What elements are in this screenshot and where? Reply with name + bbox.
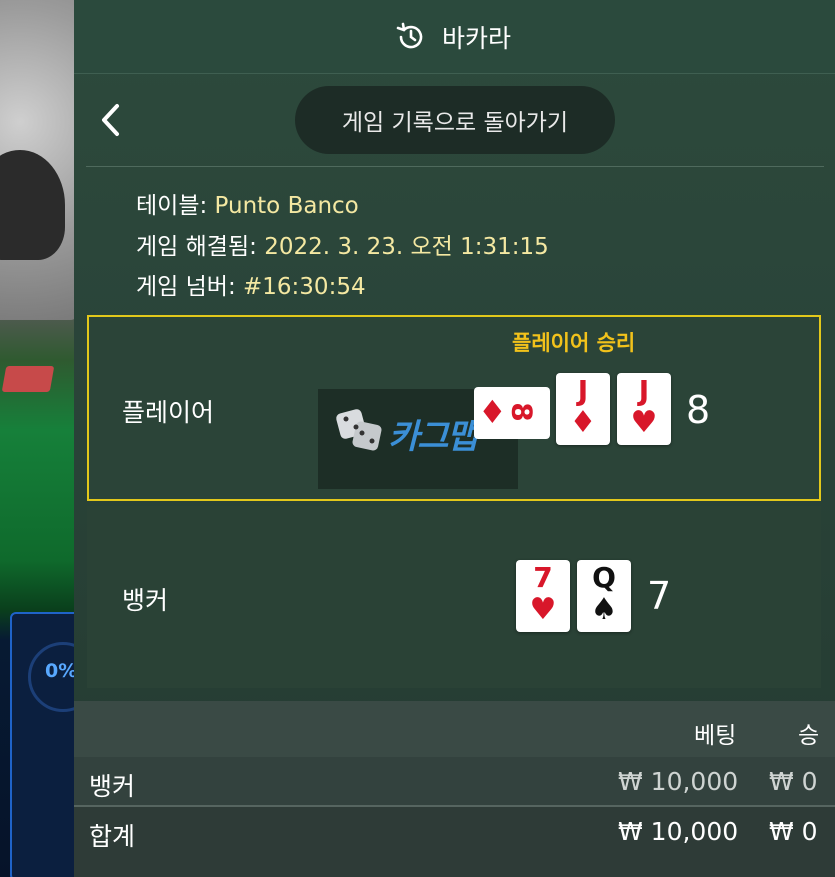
- info-table: 테이블: Punto Banco: [136, 186, 359, 220]
- info-resolved: 게임 해결됨: 2022. 3. 23. 오전 1:31:15: [136, 227, 549, 261]
- player-win-label: 플레이어 승리: [512, 331, 636, 355]
- card-suit: ♥: [630, 405, 658, 440]
- total-win-amount: ₩ 0: [769, 817, 818, 846]
- row-win-amount: ₩ 0: [769, 767, 818, 796]
- back-to-history-button[interactable]: 게임 기록으로 돌아가기: [295, 86, 615, 154]
- dice-icon: [336, 409, 382, 451]
- table-row-total: 합계 ₩ 10,000 ₩ 0: [74, 807, 835, 877]
- card-suit: ♦: [478, 393, 507, 431]
- card-rank: 7: [533, 561, 553, 594]
- card-rank: J: [577, 374, 589, 407]
- banker-score: 7: [647, 574, 672, 618]
- info-resolved-value: 2022. 3. 23. 오전 1:31:15: [264, 234, 549, 260]
- player-card-3: J ♥: [617, 373, 671, 445]
- watermark-text: 카그맵: [388, 417, 478, 457]
- banker-hand-box: [87, 506, 821, 688]
- card-rank: Q: [592, 561, 616, 594]
- card-suit: ♥: [529, 592, 557, 627]
- card-rank: J: [638, 374, 650, 407]
- bet-column-header: 베팅: [694, 723, 737, 749]
- card-rank: 8: [505, 402, 539, 422]
- player-card-1: ♦ 8: [474, 387, 550, 439]
- background-percent: 0%: [45, 660, 76, 682]
- background-table-view: 0%: [0, 0, 76, 877]
- banker-card-2: Q ♠: [577, 560, 631, 632]
- total-bet-amount: ₩ 10,000: [618, 817, 739, 846]
- game-history-panel: 바카라 게임 기록으로 돌아가기 테이블: Punto Banco 게임 해결됨…: [74, 0, 835, 877]
- info-number: 게임 넘버: #16:30:54: [136, 267, 366, 301]
- card-suit: ♠: [590, 592, 618, 627]
- info-resolved-label: 게임 해결됨:: [136, 234, 257, 260]
- table-row: 뱅커 ₩ 10,000 ₩ 0: [74, 757, 835, 805]
- banker-card-1: 7 ♥: [516, 560, 570, 632]
- app-title: 바카라: [442, 24, 512, 53]
- card-suit: ♦: [569, 405, 597, 440]
- chevron-left-icon[interactable]: [98, 102, 124, 138]
- win-column-header: 승: [798, 723, 820, 749]
- row-label: 뱅커: [89, 772, 136, 801]
- player-card-2: J ♦: [556, 373, 610, 445]
- history-icon: [396, 22, 423, 49]
- header-bar: 바카라: [74, 0, 835, 74]
- info-number-label: 게임 넘버:: [136, 274, 236, 300]
- total-label: 합계: [89, 822, 136, 851]
- row-bet-amount: ₩ 10,000: [618, 767, 739, 796]
- banker-label: 뱅커: [122, 586, 169, 615]
- player-label: 플레이어: [122, 398, 215, 427]
- divider: [86, 166, 824, 167]
- background-chip: [1, 366, 55, 392]
- info-table-value: Punto Banco: [214, 193, 359, 219]
- player-score: 8: [686, 388, 711, 432]
- info-number-value: #16:30:54: [243, 274, 366, 300]
- info-table-label: 테이블:: [136, 193, 208, 219]
